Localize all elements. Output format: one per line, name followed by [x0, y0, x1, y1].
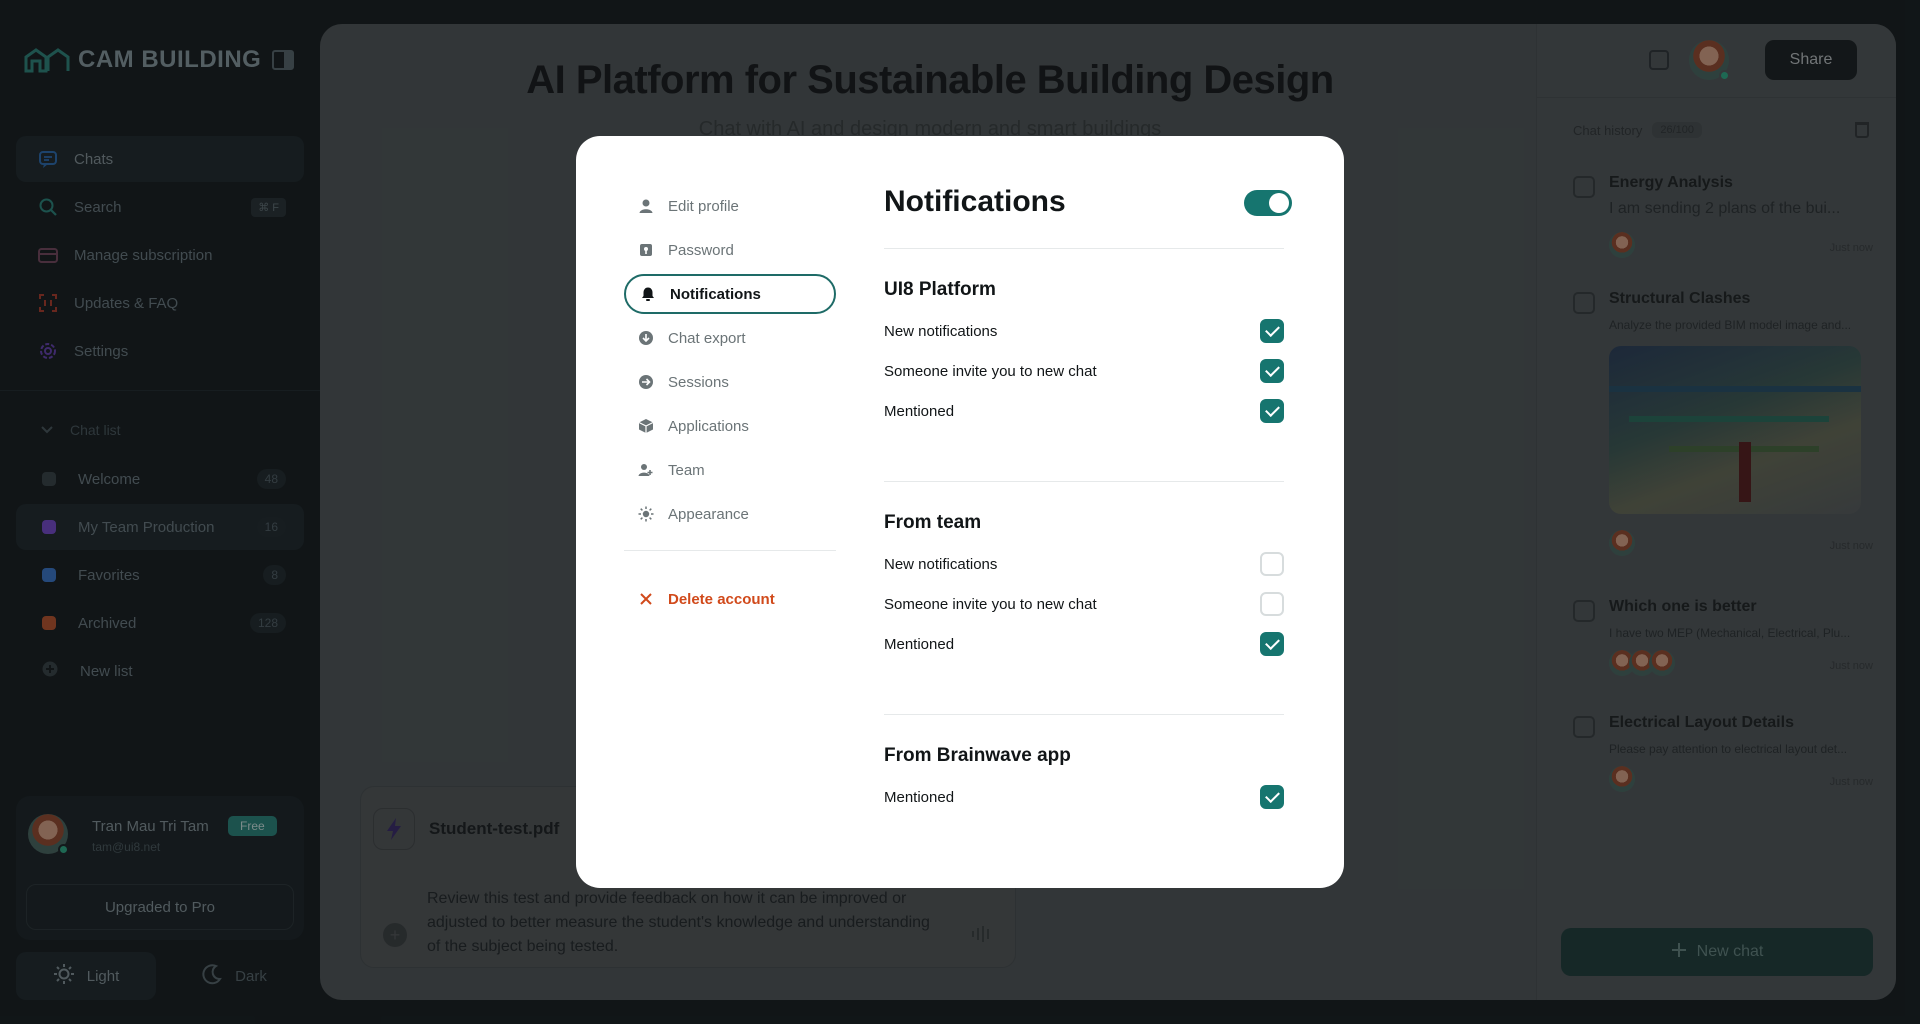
notification-row[interactable]: New notifications — [884, 311, 1284, 351]
cube-icon — [638, 418, 654, 434]
section-title: From Brainwave app — [884, 745, 1071, 766]
settings-menu-appearance[interactable]: Appearance — [624, 494, 836, 534]
notification-label: Mentioned — [884, 402, 955, 420]
settings-menu-label: Appearance — [668, 505, 749, 523]
settings-menu-chat-export[interactable]: Chat export — [624, 318, 836, 358]
settings-menu-label: Team — [668, 461, 705, 479]
settings-menu-label: Edit profile — [668, 197, 739, 215]
notification-label: Someone invite you to new chat — [884, 595, 1097, 613]
notification-row[interactable]: Mentioned — [884, 391, 1284, 431]
notification-label: New notifications — [884, 322, 998, 340]
section-from-team: From team New notifications Someone invi… — [884, 512, 1284, 664]
notifications-title: Notifications — [884, 185, 1066, 218]
notification-checkbox[interactable] — [1260, 785, 1284, 809]
notification-label: Mentioned — [884, 635, 955, 653]
toggle-knob — [1269, 193, 1289, 213]
key-icon — [638, 242, 654, 258]
section-title: UI8 Platform — [884, 279, 996, 300]
notification-row[interactable]: New notifications — [884, 544, 1284, 584]
sun-icon — [638, 506, 654, 522]
notification-checkbox[interactable] — [1260, 399, 1284, 423]
notification-checkbox[interactable] — [1260, 632, 1284, 656]
notification-checkbox[interactable] — [1260, 359, 1284, 383]
settings-menu-notifications[interactable]: Notifications — [624, 274, 836, 314]
settings-menu-label: Notifications — [670, 285, 761, 303]
notification-row[interactable]: Mentioned — [884, 624, 1284, 664]
settings-menu-team[interactable]: Team — [624, 450, 836, 490]
settings-modal: Edit profile Password Notifications Chat… — [576, 136, 1344, 888]
section-divider — [884, 481, 1284, 482]
delete-account-button[interactable]: Delete account — [624, 579, 836, 619]
settings-menu-label: Password — [668, 241, 734, 259]
notification-row[interactable]: Mentioned — [884, 777, 1284, 817]
team-icon — [638, 462, 654, 478]
notifications-master-toggle[interactable] — [1244, 190, 1292, 216]
section-from-brainwave-app: From Brainwave app Mentioned — [884, 745, 1284, 817]
notification-checkbox[interactable] — [1260, 552, 1284, 576]
arrow-circle-icon — [638, 374, 654, 390]
settings-menu-edit-profile[interactable]: Edit profile — [624, 186, 836, 226]
notification-row[interactable]: Someone invite you to new chat — [884, 351, 1284, 391]
user-icon — [638, 198, 654, 214]
settings-menu-password[interactable]: Password — [624, 230, 836, 270]
section-ui8-platform: UI8 Platform New notifications Someone i… — [884, 279, 1284, 431]
settings-menu-label: Sessions — [668, 373, 729, 391]
settings-menu: Edit profile Password Notifications Chat… — [624, 186, 836, 623]
bell-icon — [640, 286, 656, 302]
section-divider — [884, 248, 1284, 249]
notification-checkbox[interactable] — [1260, 319, 1284, 343]
notification-checkbox[interactable] — [1260, 592, 1284, 616]
app-frame: CAM BUILDING Chats Search ⌘ F Manage sub… — [0, 0, 1920, 1024]
notification-label: New notifications — [884, 555, 998, 573]
settings-menu-divider — [624, 550, 836, 551]
download-icon — [638, 330, 654, 346]
notification-row[interactable]: Someone invite you to new chat — [884, 584, 1284, 624]
settings-menu-applications[interactable]: Applications — [624, 406, 836, 446]
close-icon — [638, 591, 654, 607]
notifications-settings: Notifications UI8 Platform New notificat… — [884, 182, 1292, 817]
section-title: From team — [884, 512, 982, 533]
notification-label: Mentioned — [884, 788, 955, 806]
settings-menu-label: Chat export — [668, 329, 746, 347]
settings-menu-sessions[interactable]: Sessions — [624, 362, 836, 402]
notification-label: Someone invite you to new chat — [884, 362, 1097, 380]
settings-menu-label: Applications — [668, 417, 749, 435]
delete-account-label: Delete account — [668, 590, 775, 608]
section-divider — [884, 714, 1284, 715]
